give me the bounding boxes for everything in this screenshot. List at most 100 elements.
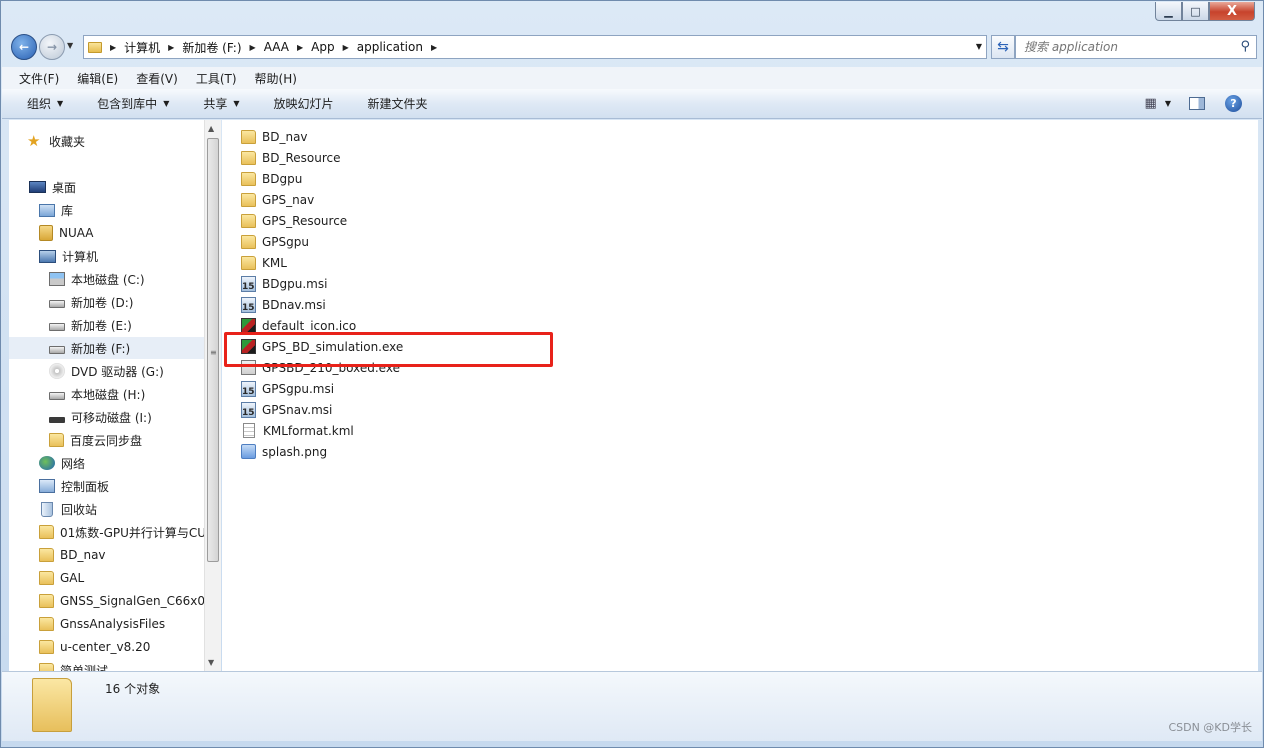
list-item[interactable]: GPS_BD_simulation.exe bbox=[241, 336, 403, 357]
desktop-icon bbox=[29, 181, 46, 193]
maximize-button[interactable]: □ bbox=[1182, 2, 1209, 21]
nav-item-drive-f[interactable]: 新加卷 (F:) bbox=[9, 337, 205, 359]
list-item[interactable]: BD_nav bbox=[241, 126, 308, 147]
nav-item-folder-gal[interactable]: GAL bbox=[39, 567, 219, 589]
nav-item-library[interactable]: 库 bbox=[39, 199, 219, 221]
file-name: BD_nav bbox=[262, 129, 308, 144]
folder-icon bbox=[241, 255, 256, 270]
drive-icon bbox=[49, 323, 65, 331]
folder-icon bbox=[32, 678, 72, 732]
usb-drive-icon bbox=[49, 417, 65, 423]
system-drive-icon bbox=[49, 272, 65, 286]
list-item[interactable]: GPSgpu bbox=[241, 231, 309, 252]
folder-icon bbox=[39, 571, 54, 585]
list-item[interactable]: KMLformat.kml bbox=[241, 420, 354, 441]
address-history-dropdown[interactable]: ▼ bbox=[976, 42, 982, 51]
nav-item-network[interactable]: 网络 bbox=[39, 452, 219, 474]
nav-item-baidu-sync[interactable]: 百度云同步盘 bbox=[49, 429, 219, 451]
scrollbar-thumb[interactable]: ≡ bbox=[207, 138, 219, 562]
nav-item-label: 库 bbox=[61, 203, 74, 218]
file-name: GPSgpu bbox=[262, 234, 309, 249]
list-item[interactable]: GPS_Resource bbox=[241, 210, 347, 231]
list-item[interactable]: GPS_nav bbox=[241, 189, 314, 210]
list-item[interactable]: GPSBD_210_boxed.exe bbox=[241, 357, 400, 378]
breadcrumb-app[interactable]: App bbox=[311, 40, 334, 54]
organize-button[interactable]: 组织 ▼ bbox=[27, 95, 63, 112]
library-icon bbox=[39, 203, 55, 217]
nav-item-folder-u-center[interactable]: u-center_v8.20 bbox=[39, 636, 219, 658]
list-item[interactable]: splash.png bbox=[241, 441, 327, 462]
forward-button[interactable]: → bbox=[39, 34, 65, 60]
menu-file[interactable]: 文件(F) bbox=[19, 70, 59, 87]
refresh-button[interactable]: ⇆ bbox=[991, 35, 1015, 59]
nav-item-nuaa[interactable]: NUAA bbox=[39, 222, 219, 244]
nav-item-label: GAL bbox=[60, 571, 85, 585]
list-item[interactable]: BDnav.msi bbox=[241, 294, 326, 315]
nav-item-folder-bd-nav[interactable]: BD_nav bbox=[39, 544, 219, 566]
nav-item-drive-d[interactable]: 新加卷 (D:) bbox=[49, 291, 219, 313]
menu-edit[interactable]: 编辑(E) bbox=[77, 70, 118, 87]
details-pane: 16 个对象 CSDN @KD学长 bbox=[2, 671, 1262, 741]
preview-pane-icon[interactable] bbox=[1189, 97, 1205, 110]
nav-item-drive-e[interactable]: 新加卷 (E:) bbox=[49, 314, 219, 336]
nav-item-drive-c[interactable]: 本地磁盘 (C:) bbox=[49, 268, 219, 290]
nav-item-drive-h[interactable]: 本地磁盘 (H:) bbox=[49, 383, 219, 405]
nav-item-label: 本地磁盘 (C:) bbox=[71, 272, 145, 287]
arrow-left-icon: ← bbox=[18, 40, 30, 54]
menu-view[interactable]: 查看(V) bbox=[136, 70, 178, 87]
chevron-right-icon[interactable]: ▶ bbox=[250, 43, 256, 52]
search-icon[interactable]: ⚲ bbox=[1240, 39, 1250, 54]
nav-item-removable-i[interactable]: 可移动磁盘 (I:) bbox=[49, 406, 219, 428]
address-bar[interactable]: ▶ 计算机 ▶ 新加卷 (F:) ▶ AAA ▶ App ▶ application ▶ … bbox=[83, 35, 987, 59]
explorer-window: ▁ □ X ← → ▼ ▶ 计算机 ▶ 新加卷 (F:) ▶ AAA ▶ App ▶ ap… bbox=[0, 0, 1264, 748]
nav-item-dvd-g[interactable]: DVD 驱动器 (G:) bbox=[49, 360, 219, 382]
list-item[interactable]: BDgpu.msi bbox=[241, 273, 327, 294]
include-in-library-button[interactable]: 包含到库中 ▼ bbox=[97, 95, 169, 112]
list-item[interactable]: default_icon.ico bbox=[241, 315, 356, 336]
search-box[interactable]: ⚲ bbox=[1015, 35, 1257, 59]
slideshow-button[interactable]: 放映幻灯片 bbox=[274, 95, 334, 112]
views-dropdown[interactable]: ▼ bbox=[1165, 99, 1171, 108]
back-button[interactable]: ← bbox=[11, 34, 37, 60]
chevron-right-icon[interactable]: ▶ bbox=[343, 43, 349, 52]
chevron-right-icon[interactable]: ▶ bbox=[431, 43, 437, 52]
list-item[interactable]: KML bbox=[241, 252, 287, 273]
breadcrumb-application[interactable]: application bbox=[357, 40, 423, 54]
nav-item-desktop[interactable]: 桌面 bbox=[29, 176, 219, 198]
search-input[interactable] bbox=[1024, 40, 1224, 54]
nav-item-folder-simple-test[interactable]: 简单测试 bbox=[39, 659, 219, 671]
nav-item-folder-gnss-signalgen[interactable]: GNSS_SignalGen_C66x01 bbox=[39, 590, 205, 612]
list-item[interactable]: GPSnav.msi bbox=[241, 399, 332, 420]
share-button[interactable]: 共享 ▼ bbox=[203, 95, 239, 112]
chevron-right-icon[interactable]: ▶ bbox=[168, 43, 174, 52]
folder-icon bbox=[241, 129, 256, 144]
views-icon[interactable]: ▦ bbox=[1145, 96, 1157, 111]
nav-item-label: BD_nav bbox=[60, 548, 106, 562]
breadcrumb-drive-f[interactable]: 新加卷 (F:) bbox=[182, 39, 241, 56]
minimize-button[interactable]: ▁ bbox=[1155, 2, 1182, 21]
list-item[interactable]: BD_Resource bbox=[241, 147, 341, 168]
nav-item-folder-gnss-analysis[interactable]: GnssAnalysisFiles bbox=[39, 613, 219, 635]
chevron-right-icon[interactable]: ▶ bbox=[110, 43, 116, 52]
recent-pages-dropdown[interactable]: ▼ bbox=[67, 41, 73, 50]
chevron-right-icon[interactable]: ▶ bbox=[297, 43, 303, 52]
list-item[interactable]: GPSgpu.msi bbox=[241, 378, 334, 399]
nav-item-computer[interactable]: 计算机 bbox=[39, 245, 219, 267]
nav-item-control-panel[interactable]: 控制面板 bbox=[39, 475, 219, 497]
breadcrumb-computer[interactable]: 计算机 bbox=[124, 39, 160, 56]
menu-help[interactable]: 帮助(H) bbox=[255, 70, 297, 87]
nav-item-folder-gpu[interactable]: 01炼数-GPU并行计算与CU bbox=[39, 521, 205, 543]
file-name: GPSgpu.msi bbox=[262, 381, 335, 396]
list-item[interactable]: BDgpu bbox=[241, 168, 302, 189]
close-button[interactable]: X bbox=[1209, 2, 1255, 21]
nav-item-favorites[interactable]: ★ 收藏夹 bbox=[27, 130, 219, 152]
nav-item-recycle-bin[interactable]: 回收站 bbox=[39, 498, 219, 520]
breadcrumb-aaa[interactable]: AAA bbox=[264, 40, 289, 54]
menu-tools[interactable]: 工具(T) bbox=[196, 70, 237, 87]
scroll-up-icon[interactable]: ▲ bbox=[208, 124, 214, 133]
dropdown-arrow-icon: ▼ bbox=[233, 99, 240, 108]
help-icon[interactable]: ? bbox=[1225, 95, 1242, 112]
nav-scrollbar[interactable]: ▲ ≡ ▼ bbox=[204, 120, 221, 671]
new-folder-button[interactable]: 新建文件夹 bbox=[368, 95, 428, 112]
scroll-down-icon[interactable]: ▼ bbox=[208, 658, 214, 667]
